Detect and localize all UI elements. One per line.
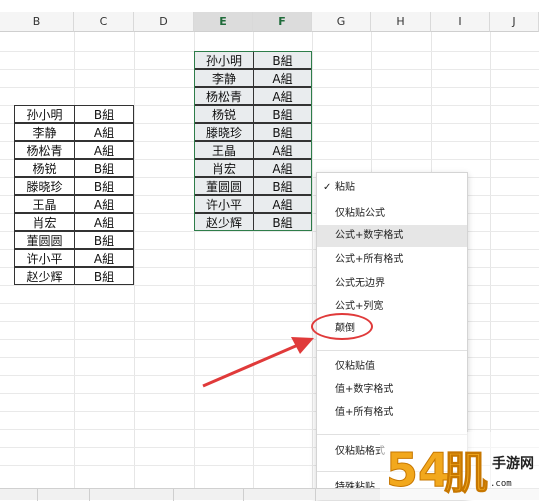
sheet-tab[interactable] xyxy=(38,489,90,501)
sheet-tab[interactable] xyxy=(90,489,174,501)
sheet-tab[interactable] xyxy=(244,489,316,501)
svg-text:54: 54 xyxy=(386,443,450,497)
sheet-tab[interactable] xyxy=(14,489,38,501)
arrow-shaft xyxy=(202,343,299,388)
svg-text:肌: 肌 xyxy=(444,448,488,499)
spreadsheet[interactable]: B C D E F G H I J 孙小明 B組 李静 A組 杨松青 A組 杨锐… xyxy=(0,0,539,501)
annotation-arrow xyxy=(202,337,314,388)
svg-text:.com: .com xyxy=(490,479,512,489)
svg-text:手游网: 手游网 xyxy=(492,455,534,472)
sheet-tab[interactable] xyxy=(174,489,244,501)
site-watermark-logo: 54 肌 手游网 .com xyxy=(380,432,539,500)
